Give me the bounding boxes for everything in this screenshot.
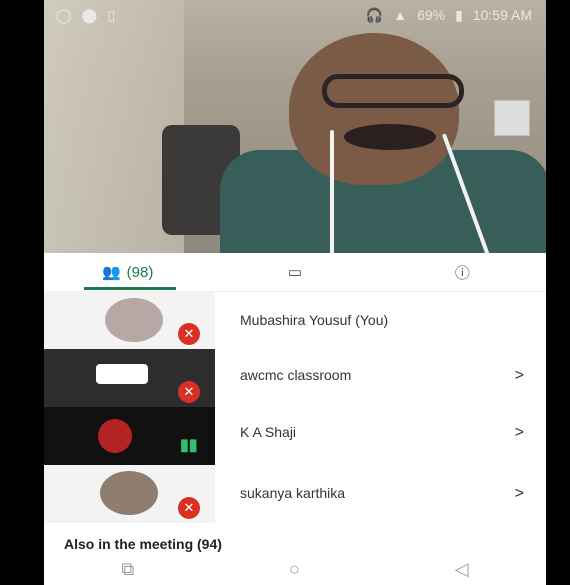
location-icon: ⬤ <box>81 6 98 23</box>
chevron-right-icon[interactable]: > <box>515 367 524 385</box>
mic-off-icon: ✕ <box>178 381 200 403</box>
wall-switch <box>494 100 530 136</box>
participant-row[interactable]: ▮▮ K A Shaji > <box>44 407 546 465</box>
participant-row[interactable]: ✕ Mubashira Yousuf (You) <box>44 291 546 349</box>
participant-name: awcmc classroom <box>240 367 352 383</box>
also-in-meeting-label: Also in the meeting (94) <box>64 536 222 552</box>
tab-chat[interactable]: ▭ <box>211 263 378 281</box>
participant-row[interactable]: ✕ sukanya karthika > <box>44 465 546 523</box>
participant-count: (98) <box>126 263 154 281</box>
mic-off-icon: ✕ <box>178 497 200 519</box>
phone-screen: ◯ ⬤ ▯ 🎧 ▲ 69% ▮ 10:59 AM 👥 (98) ▭ ⓘ ✕ Mu… <box>44 0 546 585</box>
speaker-mustache <box>344 124 436 150</box>
signal-icon: ▲ <box>393 7 408 23</box>
battery-text: 69% <box>417 7 446 23</box>
whatsapp-icon: ◯ <box>56 6 72 23</box>
participant-name: Mubashira Yousuf (You) <box>240 312 389 328</box>
tab-participants[interactable]: 👥 (98) <box>44 263 211 282</box>
recent-apps-icon[interactable]: ⧉ <box>121 559 134 580</box>
presenter-icon <box>98 419 132 453</box>
chat-icon: ▭ <box>287 264 303 281</box>
tab-info[interactable]: ⓘ <box>379 262 546 283</box>
speaker-head <box>289 33 459 185</box>
info-icon: ⓘ <box>454 264 470 282</box>
participant-tabs: 👥 (98) ▭ ⓘ <box>44 253 546 292</box>
back-icon[interactable]: ◁ <box>455 559 469 580</box>
chevron-right-icon[interactable]: > <box>515 424 524 442</box>
mic-off-icon: ✕ <box>178 323 200 345</box>
main-video[interactable] <box>44 0 546 253</box>
status-bar: ◯ ⬤ ▯ 🎧 ▲ 69% ▮ 10:59 AM <box>44 0 546 30</box>
sim-icon: ▯ <box>107 6 116 23</box>
audio-level-icon: ▮▮ <box>180 437 198 454</box>
screen-share-icon <box>96 364 148 384</box>
avatar <box>105 298 163 342</box>
active-tab-indicator <box>84 287 176 290</box>
participant-name: K A Shaji <box>240 424 297 440</box>
battery-icon: ▮ <box>455 6 463 23</box>
speaker-glasses <box>322 74 464 108</box>
chevron-right-icon[interactable]: > <box>515 485 524 503</box>
participant-name: sukanya karthika <box>240 485 346 501</box>
participant-row[interactable]: ✕ awcmc classroom > <box>44 349 546 407</box>
people-icon: 👥 <box>101 264 121 281</box>
avatar <box>100 471 158 515</box>
home-icon[interactable]: ○ <box>289 559 300 580</box>
android-navigation-bar: ⧉ ○ ◁ <box>44 553 546 585</box>
earphone-wire <box>330 130 334 253</box>
headphones-icon: 🎧 <box>365 6 384 23</box>
time: 10:59 AM <box>472 7 532 23</box>
